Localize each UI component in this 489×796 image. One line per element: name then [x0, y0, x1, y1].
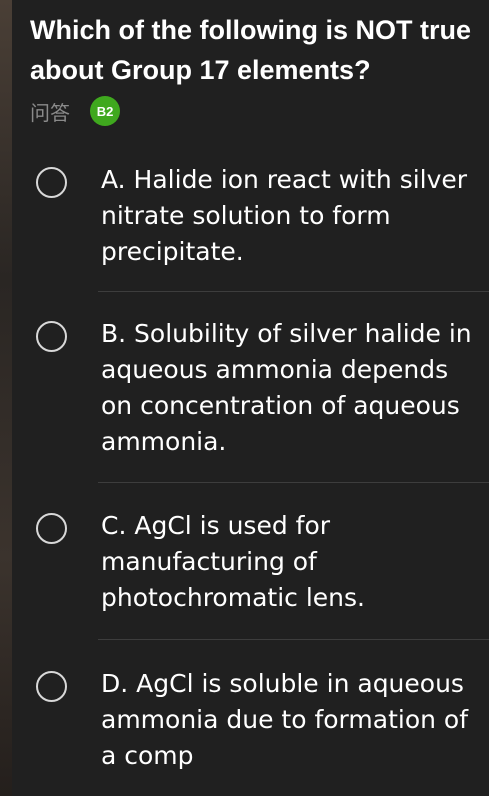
option-divider — [98, 639, 489, 640]
radio-button-c[interactable] — [36, 513, 67, 544]
option-a-text: A. Halide ion react with silver nitrate … — [101, 165, 468, 266]
option-divider — [98, 482, 489, 483]
option-a[interactable]: A. Halide ion react with silver nitrate … — [12, 162, 489, 282]
level-badge: B2 — [90, 96, 120, 126]
background-photo-edge — [0, 0, 12, 796]
radio-button-d[interactable] — [36, 671, 67, 702]
quiz-card: Which of the following is NOT true about… — [12, 0, 489, 796]
option-d-text: D. AgCl is soluble in aqueous ammonia du… — [101, 669, 469, 770]
option-d[interactable]: D. AgCl is soluble in aqueous ammonia du… — [12, 666, 489, 791]
question-meta: 问答 B2 — [30, 96, 120, 126]
question-type-label: 问答 — [30, 100, 70, 125]
radio-button-a[interactable] — [36, 167, 67, 198]
option-b-text: B. Solubility of silver halide in aqueou… — [101, 319, 472, 456]
option-divider — [98, 291, 489, 292]
question-text: Which of the following is NOT true about… — [30, 15, 471, 85]
radio-button-b[interactable] — [36, 321, 67, 352]
option-b[interactable]: B. Solubility of silver halide in aqueou… — [12, 316, 489, 466]
option-c-text: C. AgCl is used for manufacturing of pho… — [101, 511, 365, 612]
option-c[interactable]: C. AgCl is used for manufacturing of pho… — [12, 508, 489, 628]
